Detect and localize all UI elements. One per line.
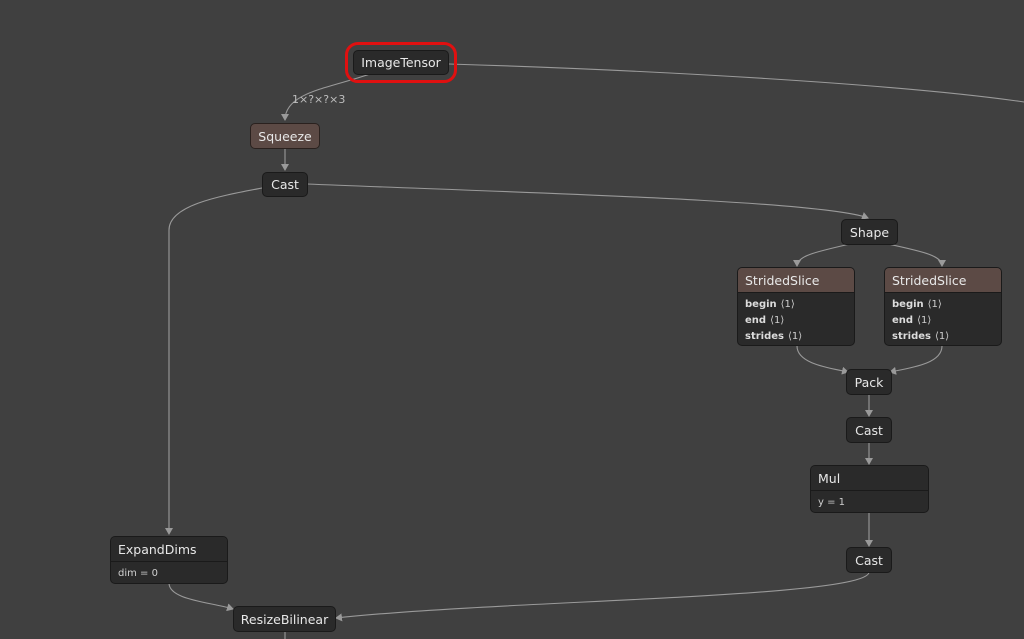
node-strided-slice-2[interactable]: StridedSlice begin ⟨1⟩ end ⟨1⟩ strides ⟨1⟩ [884, 267, 1002, 346]
node-label: Squeeze [258, 128, 312, 144]
edge-shape-stridedslice-1 [793, 243, 851, 267]
node-image-tensor[interactable]: ImageTensor [345, 42, 457, 83]
edge-cast-expanddims [165, 187, 263, 535]
attr-end: end ⟨1⟩ [892, 315, 932, 326]
node-label: StridedSlice [738, 268, 854, 293]
attr-strides: strides ⟨1⟩ [892, 331, 950, 342]
graph-canvas[interactable]: 1×?×?×3 ImageTensor Squeeze Cast Shape S… [0, 0, 1024, 639]
attr-dim: dim = 0 [118, 568, 158, 579]
node-label: ImageTensor [361, 55, 441, 70]
node-cast-bottom[interactable]: Cast [846, 547, 892, 573]
node-label: Mul [811, 466, 928, 491]
node-label: ResizeBilinear [240, 611, 329, 627]
edge-cast-shape [306, 183, 869, 220]
node-label: ExpandDims [111, 537, 227, 562]
edge-expanddims-resizebilinear [168, 582, 234, 612]
node-attributes: y = 1 [811, 491, 928, 512]
edge-imagetensor-offscreen [448, 63, 1024, 103]
node-strided-slice-1[interactable]: StridedSlice begin ⟨1⟩ end ⟨1⟩ strides ⟨1⟩ [737, 267, 855, 346]
node-label: Pack [854, 374, 884, 390]
node-label: Cast [271, 177, 299, 192]
node-squeeze[interactable]: Squeeze [250, 123, 320, 149]
node-attributes: begin ⟨1⟩ end ⟨1⟩ strides ⟨1⟩ [885, 293, 1001, 345]
edge-label-tensor-shape: 1×?×?×3 [292, 93, 346, 106]
attr-strides: strides ⟨1⟩ [745, 331, 803, 342]
attr-begin: begin ⟨1⟩ [745, 299, 795, 310]
attr-y: y = 1 [818, 497, 846, 508]
node-cast-mid[interactable]: Cast [846, 417, 892, 443]
node-shape[interactable]: Shape [841, 219, 898, 245]
node-label: Shape [849, 224, 890, 240]
node-label: Cast [855, 422, 883, 438]
node-resize-bilinear[interactable]: ResizeBilinear [233, 606, 336, 632]
edge-shape-stridedslice-2 [887, 243, 946, 267]
edge-stridedslice-2-pack [889, 345, 943, 375]
node-label: Cast [855, 552, 883, 568]
edge-stridedslice-1-pack [796, 345, 849, 375]
node-expand-dims[interactable]: ExpandDims dim = 0 [110, 536, 228, 584]
node-attributes: dim = 0 [111, 562, 227, 583]
attr-end: end ⟨1⟩ [745, 315, 785, 326]
node-label: StridedSlice [885, 268, 1001, 293]
node-pack[interactable]: Pack [846, 369, 892, 395]
node-attributes: begin ⟨1⟩ end ⟨1⟩ strides ⟨1⟩ [738, 293, 854, 345]
node-cast-top[interactable]: Cast [262, 172, 308, 197]
edge-cast-resizebilinear [335, 571, 870, 622]
node-mul[interactable]: Mul y = 1 [810, 465, 929, 513]
attr-begin: begin ⟨1⟩ [892, 299, 942, 310]
